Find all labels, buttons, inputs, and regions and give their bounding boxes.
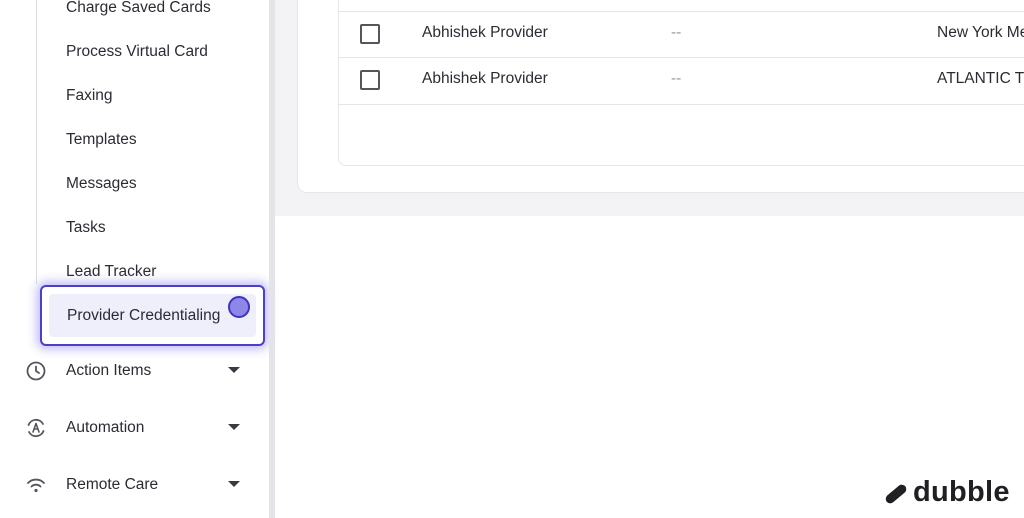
- sidebar: Charge Saved Cards Process Virtual Card …: [0, 0, 269, 518]
- sidebar-group-remote-care[interactable]: Remote Care: [24, 471, 246, 499]
- sidebar-group-label: Automation: [66, 419, 145, 436]
- clock-icon: [24, 359, 48, 383]
- sidebar-item-templates[interactable]: Templates: [66, 128, 137, 152]
- subnav-guide-line: [36, 0, 37, 284]
- provider-name-cell: Abhishek Provider: [422, 70, 548, 87]
- value-cell: --: [671, 70, 682, 87]
- sidebar-item-messages[interactable]: Messages: [66, 172, 137, 196]
- table-row[interactable]: Abhishek Provider -- New York Me: [339, 11, 1024, 57]
- row-checkbox[interactable]: [360, 24, 380, 44]
- sidebar-item-process-virtual-card[interactable]: Process Virtual Card: [66, 40, 208, 64]
- chevron-down-icon[interactable]: [228, 481, 240, 487]
- automation-icon: [24, 416, 48, 440]
- table-row[interactable]: Abhishek Provider -- ATLANTIC T: [339, 57, 1024, 103]
- sidebar-item-label: Provider Credentialing: [67, 307, 221, 324]
- app-window: Charge Saved Cards Process Virtual Card …: [0, 0, 1024, 518]
- sidebar-item-lead-tracker[interactable]: Lead Tracker: [66, 260, 156, 284]
- sidebar-group-automation[interactable]: Automation: [24, 414, 246, 442]
- sidebar-item-tasks[interactable]: Tasks: [66, 216, 106, 240]
- chevron-down-icon[interactable]: [228, 367, 240, 373]
- table-row-divider: [339, 104, 1024, 105]
- location-cell: New York Me: [937, 24, 1024, 41]
- logo-text: dubble: [913, 476, 1010, 508]
- active-item-highlight: Provider Credentialing: [49, 294, 256, 337]
- chevron-down-icon[interactable]: [228, 424, 240, 430]
- cursor-indicator: [228, 296, 250, 318]
- value-cell: --: [671, 24, 682, 41]
- location-cell: ATLANTIC T: [937, 70, 1024, 87]
- row-checkbox[interactable]: [360, 70, 380, 90]
- sidebar-item-charge-saved-cards[interactable]: Charge Saved Cards: [66, 0, 211, 20]
- sidebar-group-label: Remote Care: [66, 476, 159, 493]
- dubble-logo-icon: [882, 480, 910, 508]
- wifi-icon: [24, 473, 48, 497]
- sidebar-group-label: Action Items: [66, 362, 152, 379]
- provider-name-cell: Abhishek Provider: [422, 24, 548, 41]
- sidebar-item-faxing[interactable]: Faxing: [66, 84, 113, 108]
- sidebar-group-action-items[interactable]: Action Items: [24, 357, 246, 385]
